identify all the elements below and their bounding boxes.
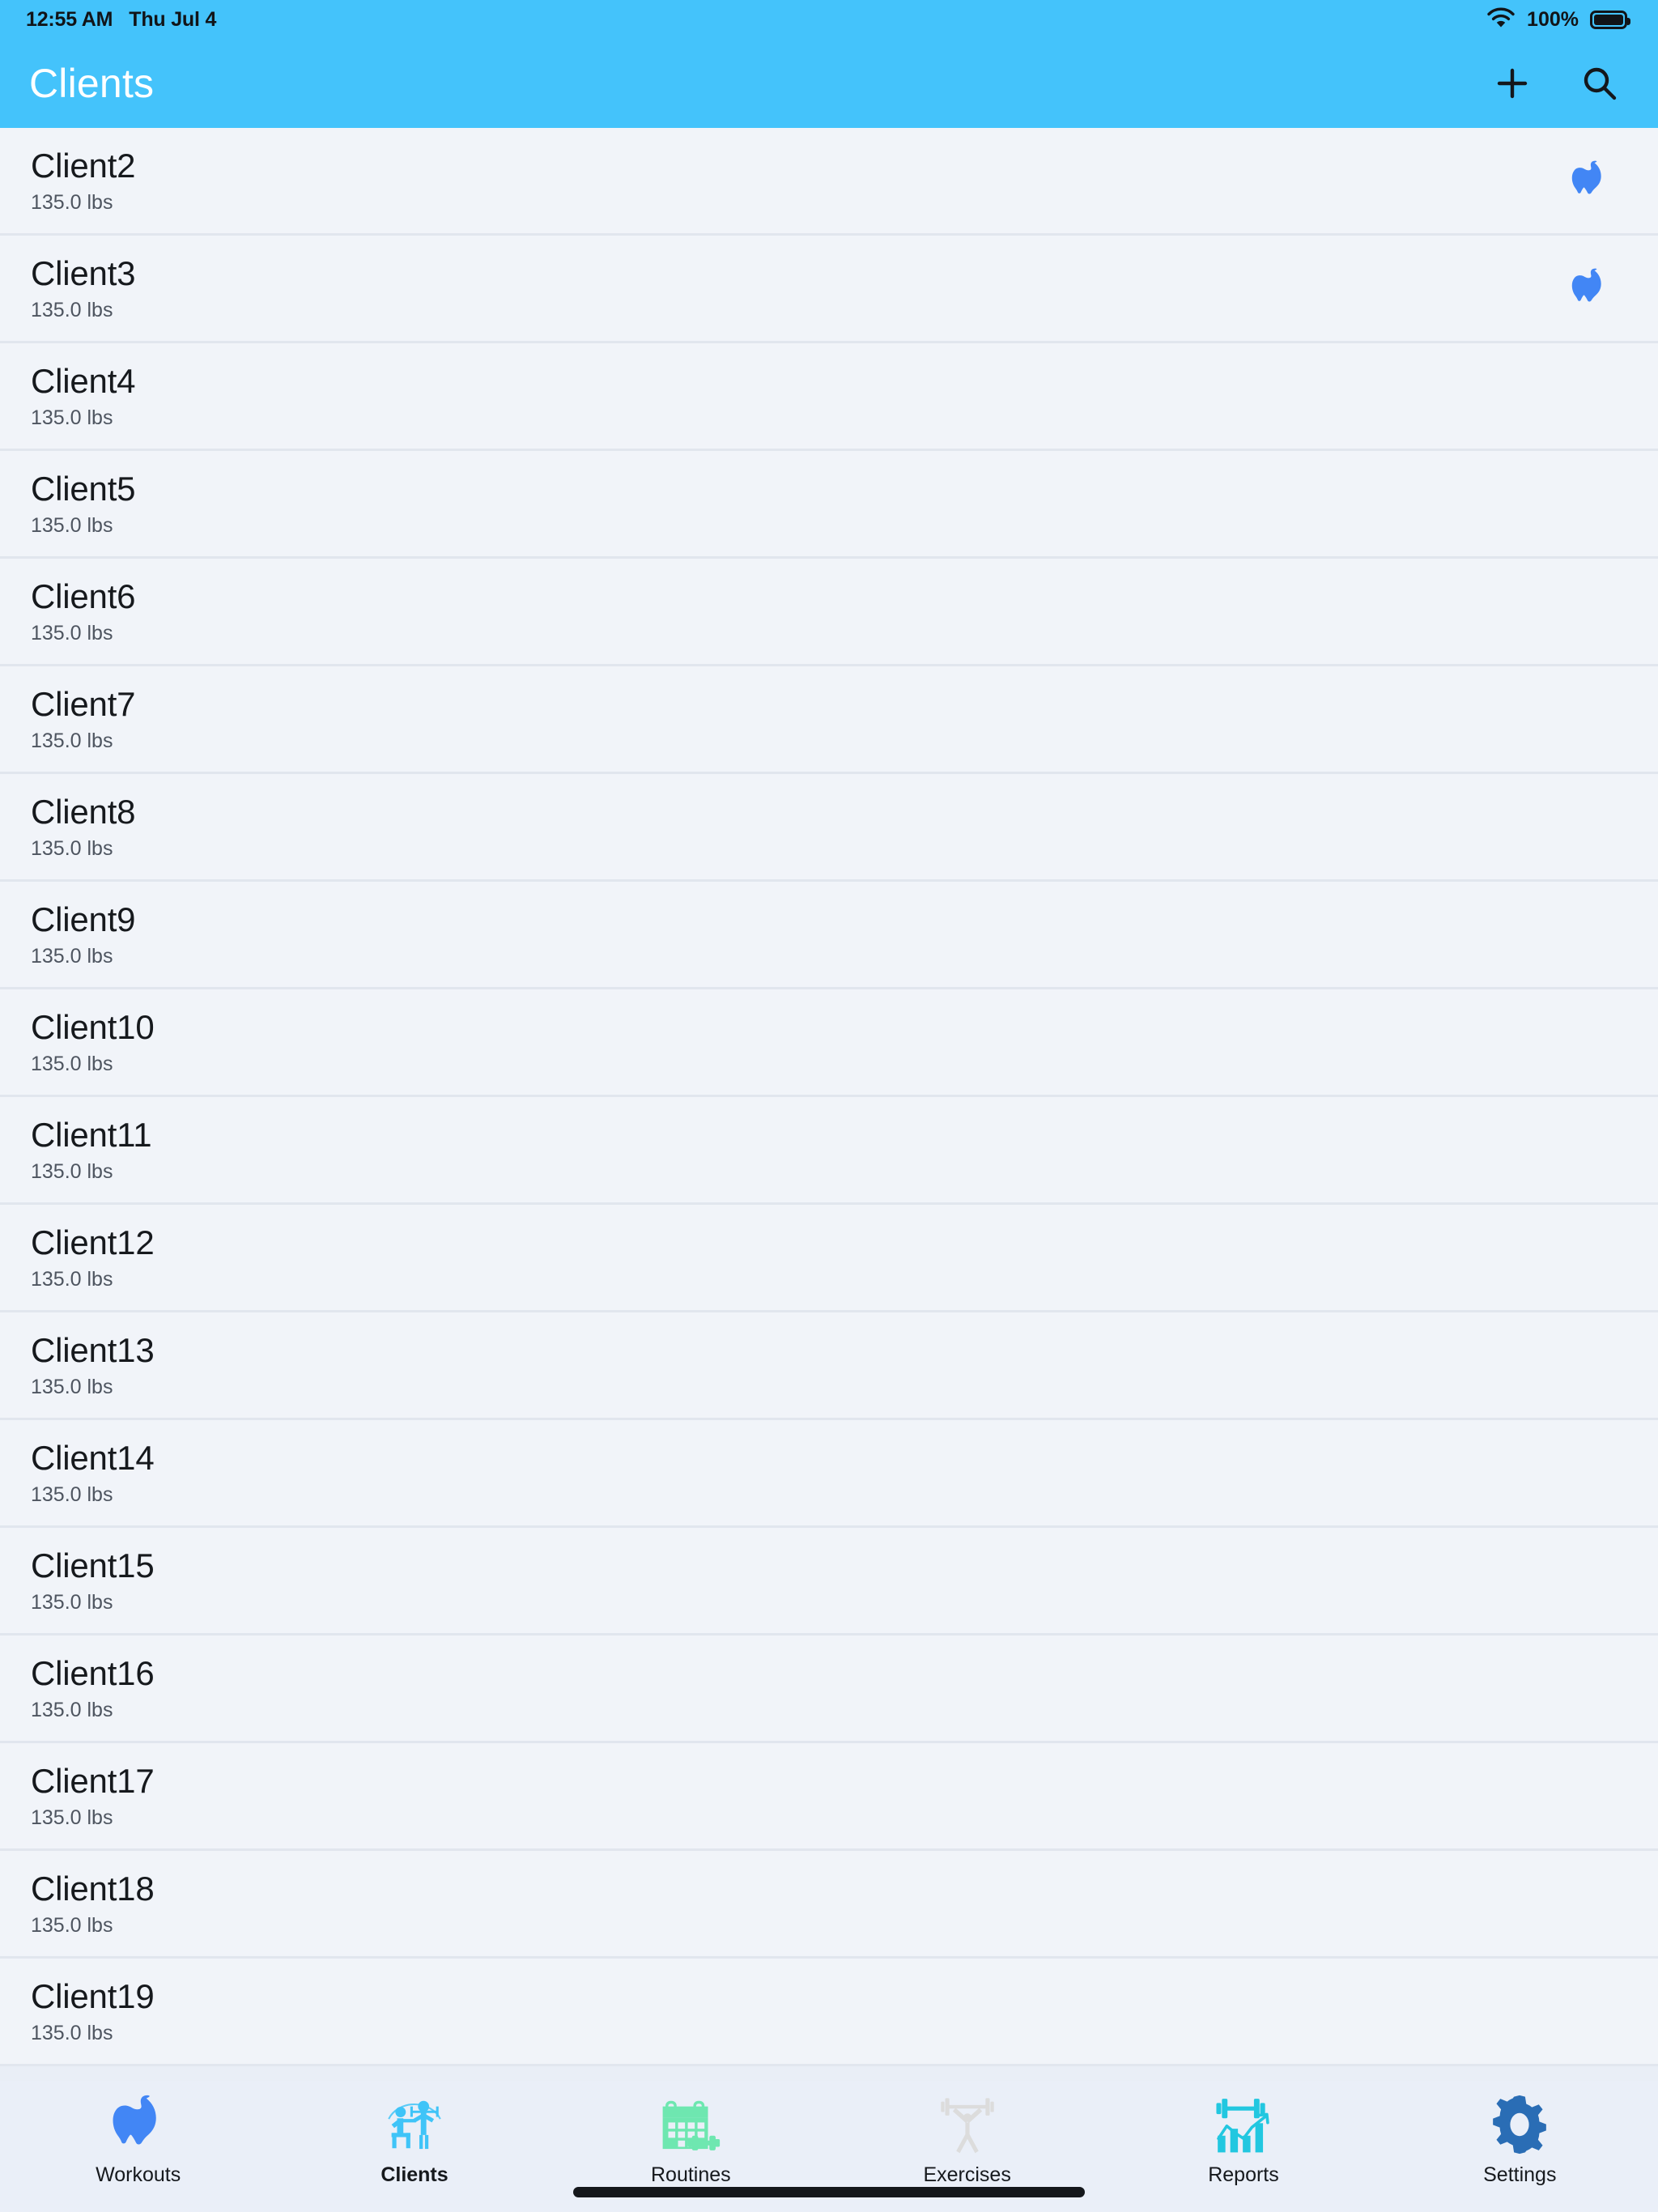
- client-list-item[interactable]: Client15 135.0 lbs: [0, 1528, 1658, 1636]
- barbell-lifter-icon: [925, 2086, 1010, 2163]
- tab-label: Routines: [650, 2163, 731, 2186]
- client-name: Client9: [31, 900, 136, 939]
- status-bar: 12:55 AM Thu Jul 4 100%: [0, 0, 1658, 39]
- navigation-bar: Clients: [0, 39, 1658, 128]
- client-name: Client10: [31, 1008, 155, 1047]
- tab-label: Reports: [1208, 2163, 1279, 2186]
- client-name: Client7: [31, 685, 136, 724]
- client-name: Client8: [31, 793, 136, 832]
- client-weight: 135.0 lbs: [31, 621, 113, 644]
- client-weight: 135.0 lbs: [31, 1590, 113, 1614]
- client-name: Client17: [31, 1762, 155, 1801]
- client-weight: 135.0 lbs: [31, 1375, 113, 1398]
- tab-clients[interactable]: Clients: [276, 2081, 552, 2212]
- calendar-dumbbell-icon: 2: [648, 2086, 733, 2163]
- battery-full-icon: [1590, 10, 1630, 29]
- tab-label: Workouts: [96, 2163, 181, 2186]
- add-client-button[interactable]: [1490, 61, 1535, 106]
- tab-label: Exercises: [923, 2163, 1011, 2186]
- client-name: Client18: [31, 1870, 155, 1908]
- muscle-icon: [96, 2086, 181, 2163]
- client-weight: 135.0 lbs: [31, 1913, 113, 1937]
- tab-settings[interactable]: Settings: [1382, 2081, 1658, 2212]
- search-button[interactable]: [1577, 61, 1622, 106]
- muscle-icon: [1564, 155, 1614, 206]
- gear-icon: [1477, 2086, 1562, 2163]
- client-name: Client4: [31, 362, 136, 401]
- client-weight: 135.0 lbs: [31, 944, 113, 968]
- client-list-item[interactable]: Client2 135.0 lbs: [0, 128, 1658, 236]
- trainer-client-icon: [372, 2086, 457, 2163]
- client-list-item[interactable]: Client16 135.0 lbs: [0, 1636, 1658, 1743]
- status-time: 12:55 AM: [26, 7, 113, 31]
- client-list-item[interactable]: Client19 135.0 lbs: [0, 1959, 1658, 2066]
- client-name: Client19: [31, 1977, 155, 2016]
- client-name: Client5: [31, 470, 136, 508]
- client-name: Client6: [31, 577, 136, 616]
- client-list-item[interactable]: Client5 135.0 lbs: [0, 451, 1658, 559]
- client-name: Client3: [31, 254, 136, 293]
- tab-label: Clients: [380, 2163, 449, 2186]
- client-weight: 135.0 lbs: [31, 513, 113, 537]
- client-weight: 135.0 lbs: [31, 2021, 113, 2044]
- client-list-item[interactable]: Client4 135.0 lbs: [0, 343, 1658, 451]
- client-list-item[interactable]: Client9 135.0 lbs: [0, 882, 1658, 989]
- client-weight: 135.0 lbs: [31, 298, 113, 321]
- client-name: Client16: [31, 1654, 155, 1693]
- client-weight: 135.0 lbs: [31, 1052, 113, 1075]
- muscle-icon: [1564, 263, 1614, 313]
- home-indicator: [573, 2187, 1085, 2197]
- client-name: Client13: [31, 1331, 155, 1370]
- client-list-item[interactable]: Client3 135.0 lbs: [0, 236, 1658, 343]
- client-weight: 135.0 lbs: [31, 1159, 113, 1183]
- client-weight: 135.0 lbs: [31, 729, 113, 752]
- svg-text:2: 2: [670, 2139, 674, 2149]
- client-list-item[interactable]: Client14 135.0 lbs: [0, 1420, 1658, 1528]
- client-name: Client12: [31, 1223, 155, 1262]
- client-list-item[interactable]: Client17 135.0 lbs: [0, 1743, 1658, 1851]
- wifi-icon: [1486, 6, 1516, 34]
- tab-reports[interactable]: Reports: [1105, 2081, 1381, 2212]
- status-bar-right: 100%: [1486, 6, 1630, 34]
- chart-barbell-icon: [1201, 2086, 1286, 2163]
- client-name: Client15: [31, 1546, 155, 1585]
- tab-label: Settings: [1483, 2163, 1557, 2186]
- client-weight: 135.0 lbs: [31, 190, 113, 214]
- client-list-item[interactable]: Client8 135.0 lbs: [0, 774, 1658, 882]
- battery-percent-label: 100%: [1527, 7, 1579, 31]
- status-date: Thu Jul 4: [129, 7, 217, 31]
- client-list-item[interactable]: Client7 135.0 lbs: [0, 666, 1658, 774]
- status-bar-left: 12:55 AM Thu Jul 4: [26, 8, 216, 32]
- client-list-item[interactable]: Client12 135.0 lbs: [0, 1205, 1658, 1312]
- nav-actions: [1490, 61, 1622, 106]
- client-weight: 135.0 lbs: [31, 1482, 113, 1506]
- client-list-item[interactable]: Client13 135.0 lbs: [0, 1312, 1658, 1420]
- client-name: Client14: [31, 1439, 155, 1478]
- client-list[interactable]: Client2 135.0 lbs Client3 135.0 lbs Client4 1…: [0, 128, 1658, 2212]
- client-weight: 135.0 lbs: [31, 1698, 113, 1721]
- client-weight: 135.0 lbs: [31, 1267, 113, 1291]
- client-name: Client2: [31, 147, 136, 185]
- client-weight: 135.0 lbs: [31, 836, 113, 860]
- client-list-item[interactable]: Client10 135.0 lbs: [0, 989, 1658, 1097]
- client-weight: 135.0 lbs: [31, 406, 113, 429]
- app-screen: 12:55 AM Thu Jul 4 100% Clients Client2 …: [0, 0, 1658, 2212]
- tab-workouts[interactable]: Workouts: [0, 2081, 276, 2212]
- client-list-item[interactable]: Client6 135.0 lbs: [0, 559, 1658, 666]
- client-list-item[interactable]: Client18 135.0 lbs: [0, 1851, 1658, 1959]
- client-name: Client11: [31, 1116, 152, 1155]
- client-weight: 135.0 lbs: [31, 1806, 113, 1829]
- client-list-item[interactable]: Client11 135.0 lbs: [0, 1097, 1658, 1205]
- page-title: Clients: [29, 61, 155, 106]
